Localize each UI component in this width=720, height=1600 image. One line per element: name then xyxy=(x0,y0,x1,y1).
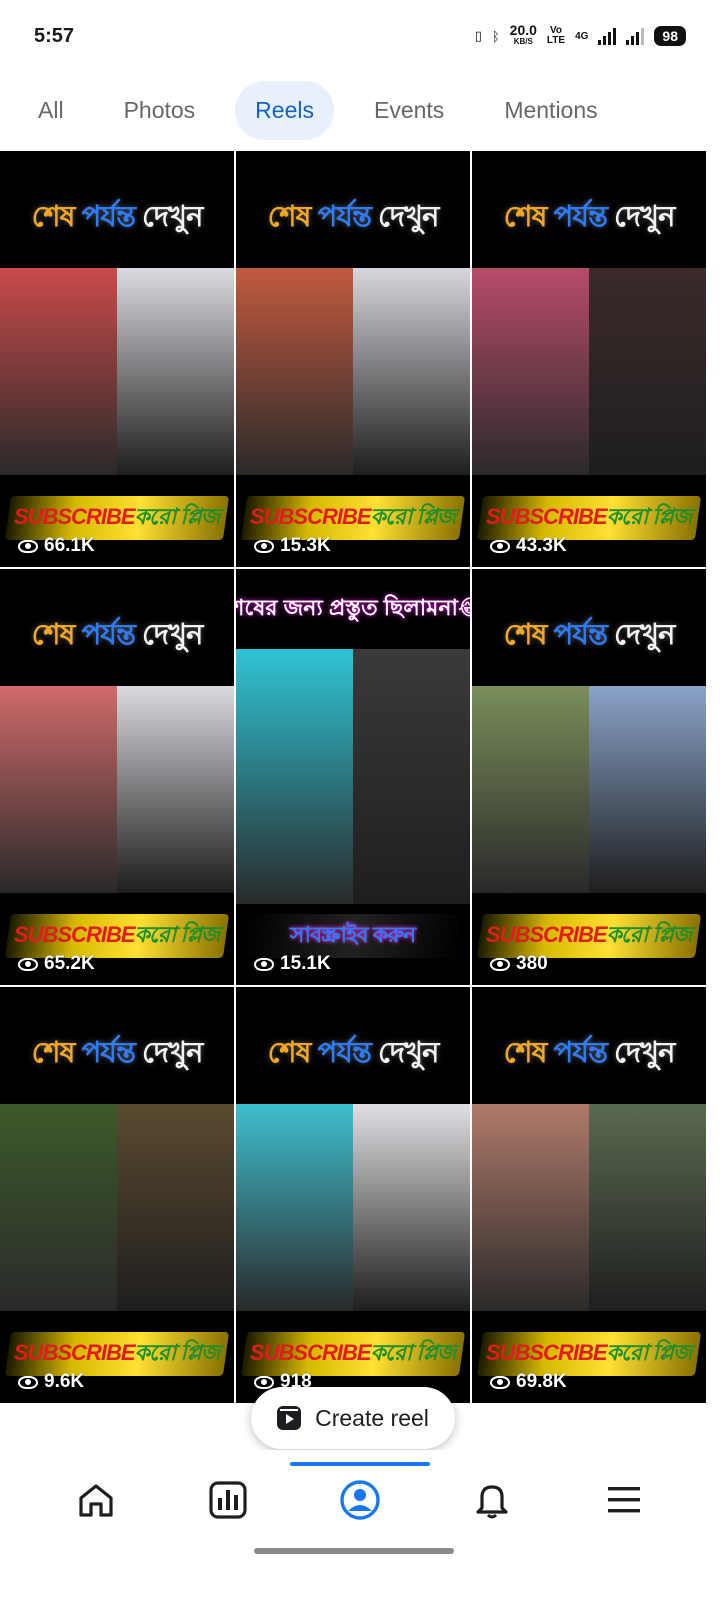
reel-thumbnail xyxy=(472,268,706,475)
reel-tile[interactable]: শেষ পর্যন্ত দেখুন SUBSCRIBEকরো প্লিজ 65.… xyxy=(0,569,234,985)
reel-subscribe-banner: SUBSCRIBEকরো প্লিজ xyxy=(476,496,702,540)
nav-home[interactable] xyxy=(66,1470,126,1530)
reel-thumbnail xyxy=(236,268,470,475)
reel-subscribe-banner: SUBSCRIBEকরো প্লিজ xyxy=(4,496,230,540)
signal-icon xyxy=(598,27,617,45)
bluetooth-icon: ᛒ xyxy=(491,28,500,44)
vibrate-icon: ▯ xyxy=(474,28,482,43)
reel-tile[interactable]: শেষ পর্যন্ত দেখুন SUBSCRIBEকরো প্লিজ 43.… xyxy=(472,151,706,567)
reel-tile[interactable]: শেষ পর্যন্ত দেখুন SUBSCRIBEকরো প্লিজ 69.… xyxy=(472,987,706,1403)
eye-icon xyxy=(18,957,38,971)
bell-icon xyxy=(476,1485,508,1519)
profile-icon xyxy=(340,1480,380,1520)
status-icons: ▯ ᛒ 20.0 KB/S Vo LTE 4G 98 xyxy=(474,22,686,47)
reel-tile[interactable]: শেষের জন্য প্রস্তুত ছিলামনা😂 সাবস্ক্রাইব… xyxy=(236,569,470,985)
reel-views: 15.1K xyxy=(254,953,331,975)
reels-grid: শেষ পর্যন্ত দেখুন SUBSCRIBEকরো প্লিজ 66.… xyxy=(0,151,706,1451)
network-speed: 20.0 KB/S xyxy=(509,22,537,46)
reel-subscribe-banner: SUBSCRIBEকরো প্লিজ xyxy=(476,1332,702,1376)
reel-views: 69.8K xyxy=(490,1371,567,1393)
reel-thumbnail xyxy=(0,1104,234,1311)
reel-tile[interactable]: শেষ পর্যন্ত দেখুন SUBSCRIBEকরো প্লিজ 9.6… xyxy=(0,987,234,1403)
menu-icon xyxy=(608,1487,640,1513)
reel-views: 66.1K xyxy=(18,535,95,557)
eye-icon xyxy=(490,1375,510,1389)
reel-tile[interactable]: শেষ পর্যন্ত দেখুন SUBSCRIBEকরো প্লিজ 15.… xyxy=(236,151,470,567)
nav-menu[interactable] xyxy=(594,1470,654,1530)
reel-title: শেষ পর্যন্ত দেখুন xyxy=(31,1037,204,1069)
reel-subscribe-banner: SUBSCRIBEকরো প্লিজ xyxy=(4,1332,230,1376)
nav-dashboard[interactable] xyxy=(198,1470,258,1530)
reel-thumbnail xyxy=(0,686,234,893)
status-bar: 5:57 ▯ ᛒ 20.0 KB/S Vo LTE 4G 98 xyxy=(0,0,720,72)
reel-icon xyxy=(277,1406,302,1430)
eye-icon xyxy=(18,1375,38,1389)
eye-icon xyxy=(18,539,38,553)
home-indicator xyxy=(254,1548,454,1554)
profile-tabs: All Photos Reels Events Mentions xyxy=(18,80,618,140)
eye-icon xyxy=(254,1375,274,1389)
tab-all[interactable]: All xyxy=(18,81,84,140)
reel-views: 15.3K xyxy=(254,535,331,557)
reel-tile[interactable]: শেষ পর্যন্ত দেখুন SUBSCRIBEকরো প্লিজ 918 xyxy=(236,987,470,1403)
eye-icon xyxy=(254,539,274,553)
nav-profile[interactable] xyxy=(290,1462,430,1530)
reel-views: 65.2K xyxy=(18,953,95,975)
reel-tile[interactable]: শেষ পর্যন্ত দেখুন SUBSCRIBEকরো প্লিজ 66.… xyxy=(0,151,234,567)
reel-title: শেষ পর্যন্ত দেখুন xyxy=(503,201,676,233)
reel-thumbnail xyxy=(472,1104,706,1311)
create-reel-button[interactable]: Create reel xyxy=(251,1387,455,1449)
tab-mentions[interactable]: Mentions xyxy=(484,81,617,140)
reel-views: 380 xyxy=(490,953,548,975)
reel-title: শেষ পর্যন্ত দেখুন xyxy=(31,619,204,651)
reel-subscribe-banner: SUBSCRIBEকরো প্লিজ xyxy=(476,914,702,958)
reel-title: শেষ পর্যন্ত দেখুন xyxy=(267,1037,440,1069)
reel-subscribe-banner: সাবস্ক্রাইব করুন xyxy=(240,914,466,958)
signal-icon-2 xyxy=(626,27,645,45)
network-type: 4G xyxy=(575,30,589,42)
reel-title: শেষ পর্যন্ত দেখুন xyxy=(503,1037,676,1069)
reel-subscribe-banner: SUBSCRIBEকরো প্লিজ xyxy=(240,496,466,540)
reel-thumbnail xyxy=(236,649,470,904)
reel-views: 43.3K xyxy=(490,535,567,557)
reel-thumbnail xyxy=(472,686,706,893)
reel-tile[interactable]: শেষ পর্যন্ত দেখুন SUBSCRIBEকরো প্লিজ 380 xyxy=(472,569,706,985)
reel-views: 9.6K xyxy=(18,1371,84,1393)
reel-title: শেষ পর্যন্ত দেখুন xyxy=(267,201,440,233)
status-time: 5:57 xyxy=(34,24,75,47)
eye-icon xyxy=(490,957,510,971)
tab-reels[interactable]: Reels xyxy=(235,80,334,140)
reel-title: শেষ পর্যন্ত দেখুন xyxy=(31,201,204,233)
reel-title: শেষের জন্য প্রস্তুত ছিলামনা😂 xyxy=(236,594,470,620)
volte-indicator: Vo LTE xyxy=(546,25,566,46)
reel-thumbnail xyxy=(0,268,234,475)
reel-subscribe-banner: SUBSCRIBEকরো প্লিজ xyxy=(240,1332,466,1376)
reel-subscribe-banner: SUBSCRIBEকরো প্লিজ xyxy=(4,914,230,958)
eye-icon xyxy=(254,957,274,971)
bottom-nav xyxy=(0,1450,720,1550)
eye-icon xyxy=(490,539,510,553)
home-icon xyxy=(79,1484,113,1517)
create-reel-label: Create reel xyxy=(315,1404,429,1431)
reel-thumbnail xyxy=(236,1104,470,1311)
tab-photos[interactable]: Photos xyxy=(104,81,216,140)
nav-notifications[interactable] xyxy=(462,1470,522,1530)
battery-icon: 98 xyxy=(654,26,686,46)
tab-events[interactable]: Events xyxy=(354,81,464,140)
dashboard-icon xyxy=(209,1481,247,1519)
reel-title: শেষ পর্যন্ত দেখুন xyxy=(503,619,676,651)
